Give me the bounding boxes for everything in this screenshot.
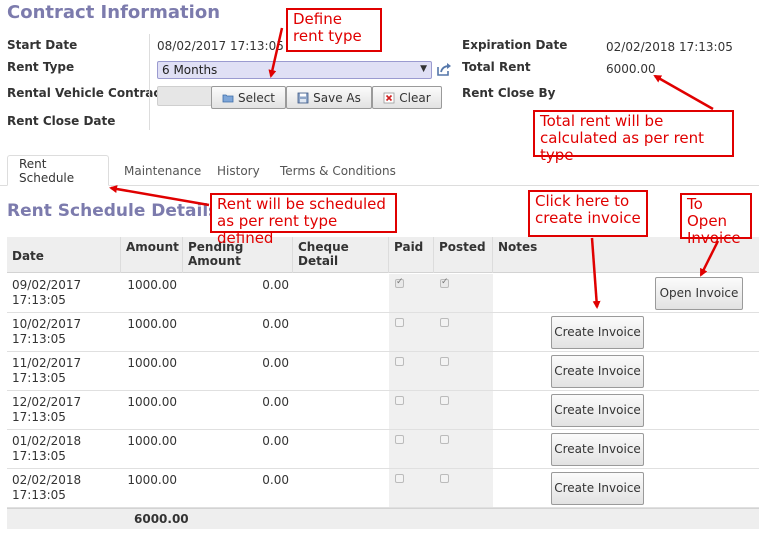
arrow-to-rent-type: [268, 27, 284, 78]
arrow-to-create-invoice: [590, 237, 601, 309]
arrow-to-total-rent: [653, 74, 714, 111]
arrow-to-open-invoice: [699, 240, 720, 277]
arrow-to-rent-schedule-tab: [109, 185, 210, 207]
annotation-arrows: [109, 27, 720, 309]
